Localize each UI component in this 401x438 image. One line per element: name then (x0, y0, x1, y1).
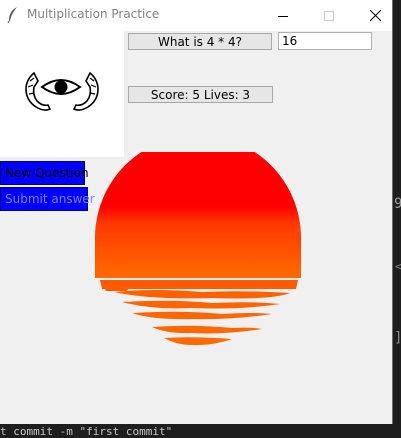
submit-answer-button[interactable]: Submit answer (0, 187, 95, 211)
logo-canvas (0, 31, 124, 157)
eye-with-hands-logo (25, 71, 99, 111)
close-icon (369, 10, 381, 21)
background-terminal-glyph: ] (394, 330, 401, 346)
window-title: Multiplication Practice (27, 7, 160, 21)
sunset-image (95, 152, 301, 346)
app-window: Multiplication Practice What is 4 * 4? 1… (0, 0, 393, 424)
maximize-button[interactable] (306, 0, 352, 31)
question-label: What is 4 * 4? (128, 33, 272, 50)
score-lives-label: Score: 5 Lives: 3 (128, 86, 273, 103)
background-terminal-text: t commit -m "first commit" (0, 425, 173, 438)
answer-input[interactable] (278, 32, 372, 50)
background-terminal-glyph: < (395, 260, 401, 273)
title-bar: Multiplication Practice (0, 0, 392, 31)
minimize-button[interactable] (260, 0, 306, 31)
close-button[interactable] (352, 0, 398, 31)
background-terminal-glyph: 9 (394, 196, 401, 212)
maximize-icon (324, 10, 334, 21)
minimize-icon (278, 15, 288, 17)
new-question-button[interactable]: New Question (0, 161, 89, 185)
feather-icon (7, 7, 17, 24)
